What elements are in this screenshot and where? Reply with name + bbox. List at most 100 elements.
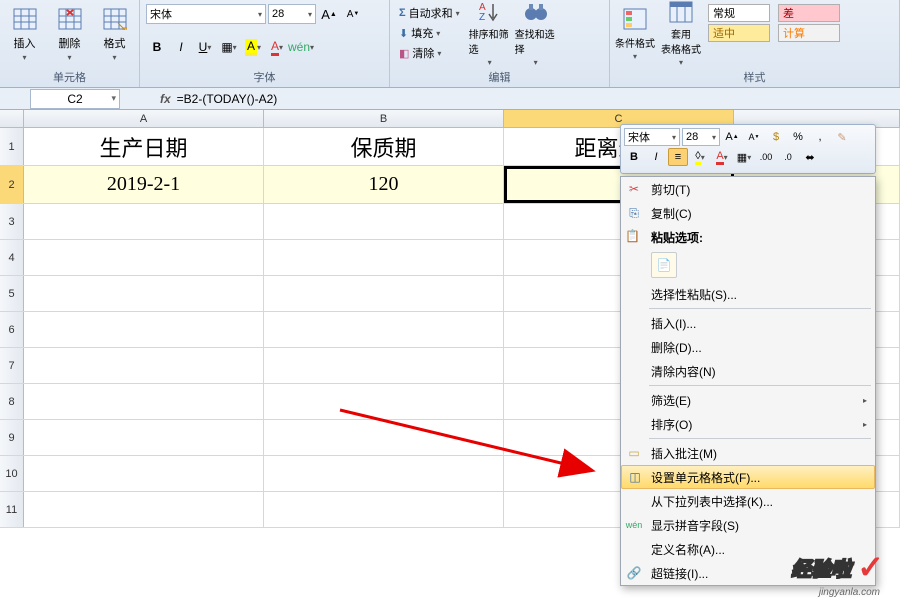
- ctx-cut[interactable]: ✂剪切(T): [621, 177, 875, 201]
- phonetic-button[interactable]: wén▾: [290, 37, 312, 57]
- hyperlink-icon: 🔗: [625, 564, 643, 582]
- ctx-pick-from-list[interactable]: 从下拉列表中选择(K)...: [621, 489, 875, 513]
- cell-b1[interactable]: 保质期: [264, 128, 504, 165]
- decrease-font-icon[interactable]: A▼: [744, 128, 764, 146]
- row-header-10[interactable]: 10: [0, 456, 24, 491]
- increase-font-icon[interactable]: A▲: [722, 128, 742, 146]
- ctx-copy[interactable]: ⎘复制(C): [621, 201, 875, 225]
- chevron-right-icon: ▸: [863, 420, 867, 429]
- ctx-paste-special[interactable]: 选择性粘贴(S)...: [621, 282, 875, 306]
- row-header-11[interactable]: 11: [0, 492, 24, 527]
- ctx-phonetic[interactable]: wén显示拼音字段(S): [621, 513, 875, 537]
- context-menu: ✂剪切(T) ⎘复制(C) 📋粘贴选项: 📄 选择性粘贴(S)... 插入(I)…: [620, 176, 876, 586]
- fill-button[interactable]: ⬇填充 ▾: [396, 24, 463, 42]
- copy-icon: ⎘: [625, 204, 643, 222]
- fill-color-button[interactable]: A▾: [242, 37, 264, 57]
- font-color-button[interactable]: A▾: [266, 37, 288, 57]
- row-header-2[interactable]: 2: [0, 166, 24, 203]
- chevron-right-icon: ▸: [863, 396, 867, 405]
- group-label-font: 字体: [144, 67, 385, 87]
- style-bad[interactable]: 差: [778, 4, 840, 22]
- scissors-icon: ✂: [625, 180, 643, 198]
- autosum-button[interactable]: Σ自动求和 ▾: [396, 4, 463, 22]
- sigma-icon: Σ: [399, 7, 406, 19]
- ctx-filter[interactable]: 筛选(E)▸: [621, 388, 875, 412]
- group-label-cells: 单元格: [4, 67, 135, 87]
- clipboard-icon: 📋: [625, 229, 640, 243]
- chevron-down-icon: ▾: [308, 10, 312, 19]
- style-neutral[interactable]: 适中: [708, 24, 770, 42]
- delete-button[interactable]: 删除 ▾: [49, 2, 90, 64]
- ctx-sort[interactable]: 排序(O)▸: [621, 412, 875, 436]
- ribbon-group-edit: Σ自动求和 ▾ ⬇填充 ▾ ◧清除 ▾ AZ 排序和筛选 ▾ 查找和选择 ▾ 编…: [390, 0, 610, 87]
- font-name-select[interactable]: 宋体▾: [146, 4, 266, 24]
- ctx-insert[interactable]: 插入(I)...: [621, 311, 875, 335]
- col-header-b[interactable]: B: [264, 110, 504, 127]
- bold-button[interactable]: B: [146, 37, 168, 57]
- ribbon-group-cells: 插入 ▾ 删除 ▾ 格式 ▾ 单元格: [0, 0, 140, 87]
- paste-option-default[interactable]: 📄: [651, 252, 677, 278]
- increase-decimal-icon[interactable]: .00: [756, 148, 776, 166]
- merge-icon[interactable]: ⬌: [800, 148, 820, 166]
- underline-button[interactable]: U ▾: [194, 37, 216, 57]
- fx-icon[interactable]: fx: [160, 92, 171, 106]
- formula-input[interactable]: =B2-(TODAY()-A2): [177, 92, 278, 106]
- row-header-1[interactable]: 1: [0, 128, 24, 165]
- row-header-6[interactable]: 6: [0, 312, 24, 347]
- ribbon: 插入 ▾ 删除 ▾ 格式 ▾ 单元格 宋体▾ 28▾ A▲: [0, 0, 900, 88]
- sort-filter-icon: AZ: [476, 0, 504, 24]
- border-button[interactable]: ▦ ▾: [218, 37, 240, 57]
- decrease-font-icon[interactable]: A▼: [342, 4, 364, 24]
- percent-icon[interactable]: %: [788, 128, 808, 146]
- clear-button[interactable]: ◧清除 ▾: [396, 44, 463, 62]
- row-header-4[interactable]: 4: [0, 240, 24, 275]
- name-box[interactable]: C2: [30, 89, 120, 109]
- table-format-button[interactable]: 套用 表格格式 ▾: [660, 2, 702, 64]
- font-color-button[interactable]: A▾: [712, 148, 732, 166]
- format-cells-icon: ◫: [626, 468, 644, 486]
- row-header-5[interactable]: 5: [0, 276, 24, 311]
- currency-icon[interactable]: $: [766, 128, 786, 146]
- bold-button[interactable]: B: [624, 148, 644, 166]
- find-select-label: 查找和选择: [515, 26, 557, 56]
- col-header-a[interactable]: A: [24, 110, 264, 127]
- format-button[interactable]: 格式 ▾: [94, 2, 135, 64]
- select-all-corner[interactable]: [0, 110, 24, 127]
- chevron-down-icon: ▾: [22, 53, 26, 62]
- italic-button[interactable]: I: [646, 148, 666, 166]
- conditional-format-icon: [621, 5, 649, 33]
- cell-a2[interactable]: 2019-2-1: [24, 166, 264, 203]
- italic-button[interactable]: I: [170, 37, 192, 57]
- ctx-clear[interactable]: 清除内容(N): [621, 359, 875, 383]
- mini-size-select[interactable]: 28▾: [682, 128, 720, 146]
- format-painter-icon[interactable]: ✎: [832, 128, 852, 146]
- align-center-button[interactable]: ≡: [668, 148, 688, 166]
- fill-color-button[interactable]: ◊▾: [690, 148, 710, 166]
- ctx-delete[interactable]: 删除(D)...: [621, 335, 875, 359]
- decrease-decimal-icon[interactable]: .0: [778, 148, 798, 166]
- style-normal[interactable]: 常规: [708, 4, 770, 22]
- style-calc[interactable]: 计算: [778, 24, 840, 42]
- svg-text:Z: Z: [479, 12, 485, 23]
- cell-b2[interactable]: 120: [264, 166, 504, 203]
- ctx-insert-comment[interactable]: ▭插入批注(M): [621, 441, 875, 465]
- mini-font-select[interactable]: 宋体▾: [624, 128, 680, 146]
- fill-down-icon: ⬇: [399, 27, 408, 40]
- row-header-8[interactable]: 8: [0, 384, 24, 419]
- border-button[interactable]: ▦▾: [734, 148, 754, 166]
- increase-font-icon[interactable]: A▲: [318, 4, 340, 24]
- conditional-format-button[interactable]: 条件格式 ▾: [614, 2, 656, 64]
- watermark: 经验啦 ✓: [791, 548, 884, 586]
- group-label-edit: 编辑: [394, 67, 605, 87]
- find-select-button[interactable]: 查找和选择 ▾: [515, 2, 557, 64]
- insert-button[interactable]: 插入 ▾: [4, 2, 45, 64]
- eraser-icon: ◧: [399, 47, 409, 60]
- row-header-7[interactable]: 7: [0, 348, 24, 383]
- sort-filter-button[interactable]: AZ 排序和筛选 ▾: [469, 2, 511, 64]
- row-header-3[interactable]: 3: [0, 204, 24, 239]
- font-size-select[interactable]: 28▾: [268, 4, 316, 24]
- cell-a1[interactable]: 生产日期: [24, 128, 264, 165]
- row-header-9[interactable]: 9: [0, 420, 24, 455]
- ctx-format-cells[interactable]: ◫设置单元格格式(F)...: [621, 465, 875, 489]
- comma-icon[interactable]: ,: [810, 128, 830, 146]
